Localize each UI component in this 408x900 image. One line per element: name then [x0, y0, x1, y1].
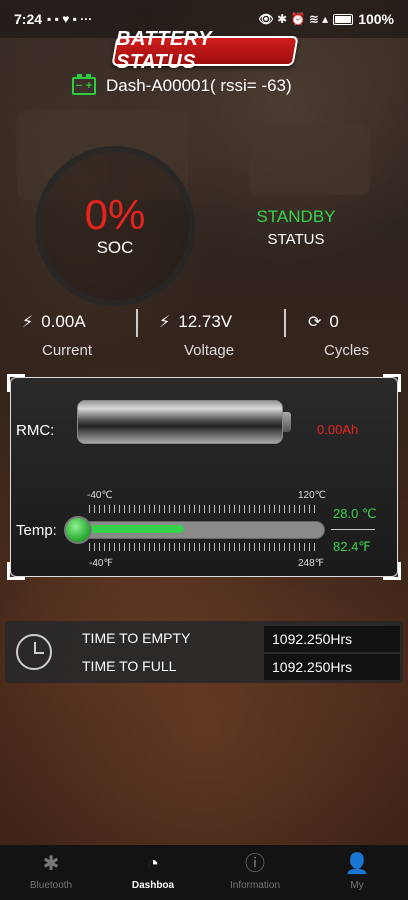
temp-fahrenheit: 82.4℉ — [333, 539, 371, 554]
nav-information[interactable]: ⓘ Information — [204, 845, 306, 900]
cycles-value: 0 — [329, 312, 339, 331]
time-to-empty-label: TIME TO EMPTY — [82, 630, 191, 646]
background-rock — [250, 125, 370, 195]
voltage-metric: ⚡ 12.73V — [159, 312, 232, 332]
panel-corner — [7, 374, 25, 392]
cycles-metric: ⟳ 0 — [308, 312, 339, 332]
rmc-label: RMC: — [16, 422, 55, 439]
cycles-label: Cycles — [324, 342, 370, 359]
rmc-value: 0.00Ah — [317, 422, 359, 437]
nav-label: My — [350, 880, 364, 891]
time-to-full-label: TIME TO FULL — [82, 658, 177, 674]
nav-label: Dashboa — [131, 880, 175, 891]
battery-cell-graphic — [77, 400, 283, 444]
notification-icons: ▪ ▪ ♥ ▪ ··· — [47, 12, 93, 26]
metric-divider — [136, 309, 138, 337]
info-icon: ⓘ — [245, 853, 265, 875]
battery-detail-panel: RMC: 0.00Ah -40℃ 120℃ Temp: -40℉ 248℉ 28… — [7, 374, 401, 580]
battery-cell-tip — [283, 412, 291, 432]
current-value: 0.00A — [41, 312, 86, 331]
dashboard-icon: ◔ — [146, 853, 160, 875]
thermometer-bulb — [64, 516, 92, 544]
temp-separator — [331, 529, 375, 530]
battery-percent: 100% — [358, 11, 394, 27]
voltage-label: Voltage — [184, 342, 235, 359]
user-icon: 👤 — [344, 853, 370, 875]
scale-ticks-bottom — [89, 543, 317, 551]
current-metric: ⚡ 0.00A — [22, 312, 86, 332]
nav-label: Information — [229, 880, 281, 891]
status-label: STATUS — [267, 231, 325, 248]
battery-device-icon: − + — [72, 74, 96, 95]
voltage-value: 12.73V — [178, 312, 233, 331]
scale-ticks-top — [89, 505, 317, 513]
clock-icon — [16, 634, 52, 670]
scale-c-min: -40℃ — [87, 490, 113, 501]
panel-corner — [383, 374, 401, 392]
time-to-empty-value: 1092.250Hrs — [264, 626, 400, 652]
time-to-full-value: 1092.250Hrs — [264, 654, 400, 680]
scale-c-max: 120℃ — [298, 490, 326, 501]
clock-text: 7:24 — [14, 11, 43, 27]
device-name: Dash-A00001( rssi= -63) — [106, 76, 292, 95]
system-icons: 👁 ✱ ⏰ ≋ ▴ — [258, 12, 329, 26]
bolt-icon: ⚡ — [159, 314, 171, 331]
bluetooth-icon: ✱ — [42, 853, 60, 875]
current-label: Current — [42, 342, 93, 359]
panel-corner — [383, 562, 401, 580]
cycle-icon: ⟳ — [308, 314, 322, 331]
status-value: STANDBY — [256, 207, 336, 226]
temp-label: Temp: — [16, 522, 57, 539]
scale-f-max: 248℉ — [298, 558, 325, 569]
device-connection[interactable]: − + Dash-A00001( rssi= -63) — [72, 74, 292, 96]
bottom-navigation: ✱ Bluetooth ◔ Dashboa ⓘ Information 👤 My — [0, 845, 408, 900]
scale-f-min: -40℉ — [89, 558, 113, 569]
nav-label: Bluetooth — [29, 880, 73, 891]
page-title-text: BATTERY STATUS — [116, 28, 212, 73]
battery-icon — [333, 13, 354, 25]
soc-label: SOC — [96, 238, 134, 257]
thermometer-fill — [81, 525, 184, 533]
page-title: BATTERY STATUS — [111, 28, 299, 73]
nav-bluetooth[interactable]: ✱ Bluetooth — [0, 845, 102, 900]
bolt-icon: ⚡ — [22, 314, 34, 331]
nav-my[interactable]: 👤 My — [306, 845, 408, 900]
metric-divider — [284, 309, 286, 337]
panel-corner — [7, 562, 25, 580]
soc-value: 0% — [84, 191, 146, 238]
temp-celsius: 28.0 ℃ — [333, 506, 377, 521]
nav-dashboard[interactable]: ◔ Dashboa — [102, 845, 204, 900]
